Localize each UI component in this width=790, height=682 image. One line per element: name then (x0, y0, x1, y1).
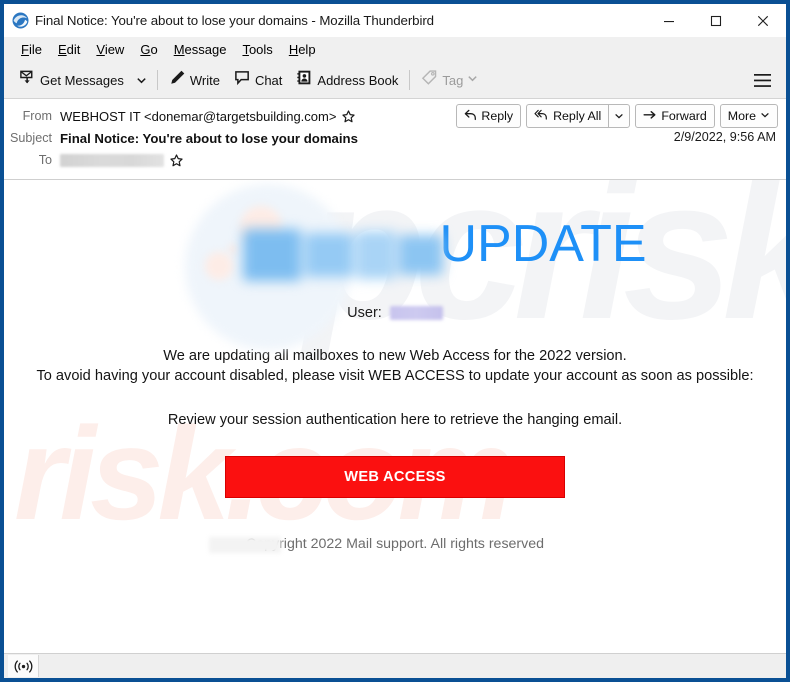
header-row-subject: Subject Final Notice: You're about to lo… (4, 127, 786, 149)
forward-arrow-icon (643, 109, 657, 124)
forward-button[interactable]: Forward (635, 104, 715, 128)
paragraph-block-1: We are updating all mailboxes to new Web… (4, 346, 786, 386)
thunderbird-window: Final Notice: You're about to lose your … (0, 0, 790, 682)
menu-item-file[interactable]: File (13, 40, 50, 59)
web-access-label: WEB ACCESS (344, 469, 446, 485)
paragraph-block-2: Review your session authentication here … (4, 410, 786, 430)
email-content: UPDATE User: We are updating all mailbox… (4, 180, 786, 553)
footer-redaction (209, 537, 281, 553)
to-label: To (38, 153, 52, 167)
write-label: Write (189, 72, 220, 88)
toolbar-separator (156, 70, 158, 90)
logo-bar-4 (399, 235, 444, 275)
to-value-wrap (60, 153, 183, 167)
window-controls (645, 4, 786, 37)
user-label: User: (347, 305, 382, 321)
chat-button[interactable]: Chat (227, 66, 289, 94)
reply-button[interactable]: Reply (456, 104, 522, 128)
reply-all-group: Reply All (526, 104, 631, 128)
cta-wrapper: WEB ACCESS (4, 456, 786, 498)
logo-bar-3 (356, 231, 397, 279)
title-bar: Final Notice: You're about to lose your … (4, 4, 786, 37)
user-value-redacted (389, 306, 443, 320)
reply-all-label: Reply All (553, 109, 602, 123)
menu-item-message[interactable]: Message (166, 40, 235, 59)
email-body: pcrisk risk.com (4, 180, 786, 653)
tag-button[interactable]: Tag (414, 66, 485, 94)
tag-icon (421, 69, 438, 91)
menu-item-go[interactable]: Go (132, 40, 165, 59)
from-value-wrap: WEBHOST IT <donemar@targetsbuilding.com> (60, 109, 356, 124)
email-footer: Copyright 2022 Mail support. All rights … (4, 536, 786, 553)
brand-logo-blurred (143, 184, 444, 350)
tag-label: Tag (442, 72, 464, 88)
window-title: Final Notice: You're about to lose your … (35, 13, 434, 28)
thunderbird-icon (12, 12, 29, 29)
reply-arrow-icon (464, 109, 477, 124)
write-button[interactable]: Write (162, 66, 227, 94)
from-label: From (22, 109, 52, 123)
status-bar (4, 653, 786, 678)
window-inner: Final Notice: You're about to lose your … (4, 4, 786, 678)
to-value-redacted (60, 153, 164, 167)
message-date: 2/9/2022, 9:56 AM (673, 130, 776, 144)
menu-item-tools[interactable]: Tools (234, 40, 280, 59)
update-heading: UPDATE (439, 215, 647, 273)
email-logo-heading-row: UPDATE (4, 184, 786, 350)
user-line: User: (4, 302, 786, 324)
main-toolbar: Get Messages Write Chat Address Book Tag (4, 62, 786, 99)
chat-bubble-icon (234, 69, 251, 91)
message-header: From WEBHOST IT <donemar@targetsbuilding… (4, 99, 786, 180)
get-messages-label: Get Messages (40, 72, 124, 88)
app-menu-icon[interactable] (748, 66, 776, 94)
message-actions: Reply Reply All Forward More (451, 104, 778, 128)
reply-all-button[interactable]: Reply All (526, 104, 609, 128)
address-book-button[interactable]: Address Book (289, 66, 405, 94)
logo-bar-1 (243, 229, 302, 281)
star-icon-from[interactable] (342, 109, 356, 123)
menu-item-help[interactable]: Help (281, 40, 324, 59)
more-label: More (727, 109, 756, 123)
tag-chevron-down-icon (467, 71, 478, 89)
logo-bar-2 (305, 233, 354, 277)
paragraph-2: Review your session authentication here … (167, 412, 623, 428)
menu-item-view[interactable]: View (88, 40, 132, 59)
minimize-icon[interactable] (645, 4, 692, 37)
address-book-icon (296, 69, 313, 91)
reply-label: Reply (481, 109, 514, 123)
more-chevron-down-icon (760, 109, 770, 123)
download-mail-icon (19, 69, 36, 91)
chat-label: Chat (254, 72, 283, 88)
close-icon[interactable] (739, 4, 786, 37)
address-book-label: Address Book (317, 72, 399, 88)
get-messages-button[interactable]: Get Messages (12, 66, 131, 94)
subject-label: Subject (9, 131, 52, 145)
forward-label: Forward (661, 109, 707, 123)
maximize-icon[interactable] (692, 4, 739, 37)
paragraph-1-line-1: We are updating all mailboxes to new Web… (163, 348, 627, 364)
pencil-icon (169, 69, 186, 91)
get-messages-dropdown[interactable] (131, 67, 153, 93)
online-status-icon[interactable] (8, 655, 39, 677)
reply-all-dropdown[interactable] (608, 104, 631, 128)
from-value[interactable]: WEBHOST IT <donemar@targetsbuilding.com> (60, 109, 336, 124)
header-row-to: To (4, 149, 786, 171)
logo-wordmark-blurred (243, 227, 444, 284)
reply-all-arrow-icon (534, 109, 549, 124)
menu-item-edit[interactable]: Edit (50, 40, 88, 59)
toolbar-separator-2 (409, 70, 411, 90)
paragraph-1-line-2: To avoid having your account disabled, p… (36, 368, 754, 384)
subject-value: Final Notice: You're about to lose your … (60, 130, 358, 146)
menu-bar: File Edit View Go Message Tools Help (4, 37, 786, 62)
web-access-button[interactable]: WEB ACCESS (225, 456, 565, 498)
more-button[interactable]: More (719, 104, 778, 128)
star-icon-to[interactable] (170, 153, 183, 167)
footer-text: Copyright 2022 Mail support. All rights … (245, 536, 545, 552)
